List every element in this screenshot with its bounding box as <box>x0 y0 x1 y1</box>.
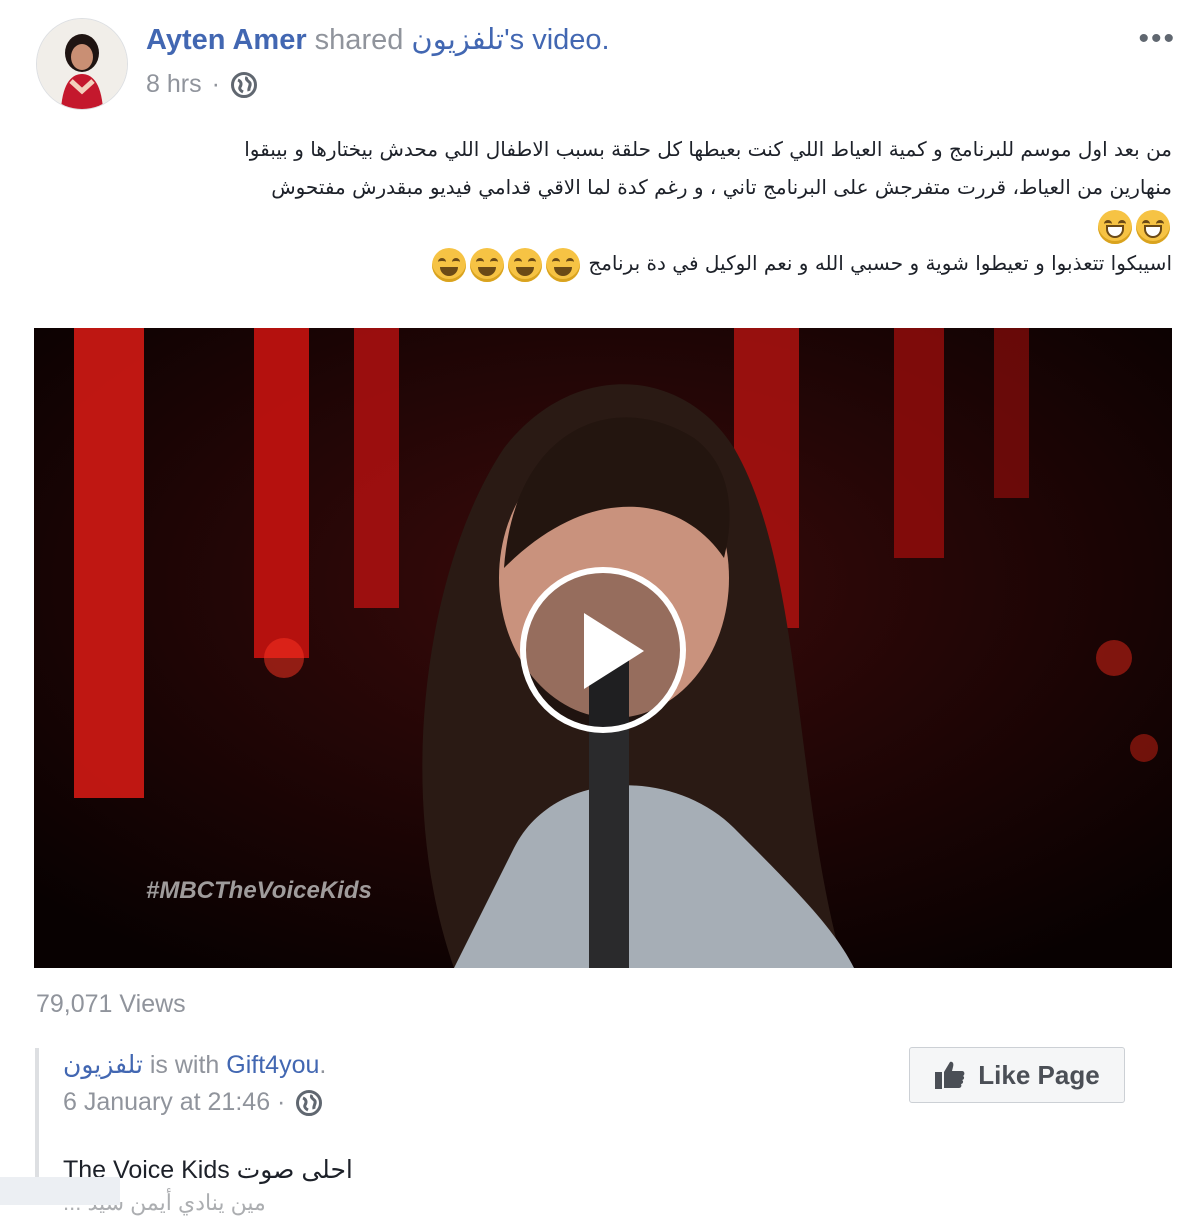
crying-laughing-emoji-icon <box>1136 209 1170 244</box>
post-text: من بعد اول موسم للبرنامج و كمية العياط ا… <box>32 130 1172 282</box>
globe-icon[interactable] <box>295 1089 323 1117</box>
video-link[interactable]: 's video. <box>504 24 609 56</box>
watermark-text: #MBCTheVoiceKids <box>146 877 372 904</box>
author-avatar[interactable] <box>36 18 128 110</box>
tagged-page-link[interactable]: Gift4you <box>226 1051 319 1079</box>
post-meta: 8 hrs · <box>146 70 258 99</box>
original-post-header: تلفزيون is with Gift4you. <box>63 1051 327 1079</box>
laughing-emoji-icon <box>507 247 542 282</box>
more-options-icon[interactable]: ••• <box>1138 22 1176 56</box>
laughing-emoji-icon <box>469 247 504 282</box>
view-count: 79,071 Views <box>36 990 186 1018</box>
globe-icon[interactable] <box>230 71 258 99</box>
page-edge <box>0 1177 120 1205</box>
shared-text: shared <box>306 24 412 56</box>
like-page-button[interactable]: Like Page <box>909 1047 1125 1103</box>
avatar-photo <box>37 19 127 109</box>
crying-laughing-emoji-icon <box>1098 209 1132 244</box>
like-page-label: Like Page <box>978 1059 1100 1090</box>
post-time-link[interactable]: 8 hrs <box>146 70 202 99</box>
post-text-line: اسيبكوا تتعذبوا و تعيطوا شوية و حسبي الل… <box>32 244 1172 282</box>
original-time-link[interactable]: 6 January at 21:46 · <box>63 1088 285 1117</box>
emoji-line <box>32 206 1172 244</box>
laughing-emoji-icon <box>545 247 580 282</box>
original-post-meta: 6 January at 21:46 · <box>63 1088 323 1117</box>
shared-page-link[interactable]: تلفزيون <box>411 24 504 56</box>
laughing-emoji-icon <box>431 247 466 282</box>
original-page-link[interactable]: تلفزيون <box>63 1051 143 1079</box>
thumbs-up-icon <box>935 1061 965 1089</box>
play-button-icon[interactable] <box>520 567 686 733</box>
post-text-line: من بعد اول موسم للبرنامج و كمية العياط ا… <box>244 137 1172 161</box>
post-text-line: منهارين من العياط، قررت متفرجش على البرن… <box>271 175 1172 199</box>
author-name-link[interactable]: Ayten Amer <box>146 24 307 56</box>
post-header: Ayten Amer shared تلفزيون's video. <box>146 22 610 57</box>
